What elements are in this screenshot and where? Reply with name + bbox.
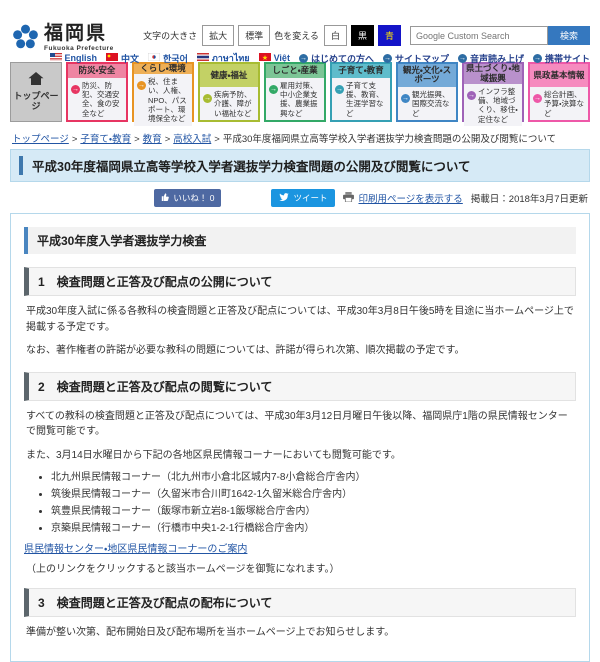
arrow-circle-icon: → xyxy=(401,94,410,103)
social-row: いいね！ 0 ツイート 印刷用ページを表示する 掲載日：2018年3月7日更新 xyxy=(12,189,588,207)
search-input[interactable] xyxy=(410,26,548,45)
font-enlarge-button[interactable]: 拡大 xyxy=(202,25,234,46)
location-list-item: 京築県民情報コーナー（行橋市中央1-2-1行橋総合庁舎内） xyxy=(51,519,576,534)
information-corner-list: 北九州県民情報コーナー（北九州市小倉北区城内7-8小倉総合庁舎内） 筑後県民情報… xyxy=(51,468,576,534)
nav-tile-work-industry[interactable]: しごと・産業 → 雇用対策、中小企業支援、農業振興など xyxy=(264,62,326,122)
text-to-speech-link[interactable]: → 音声読み上げ xyxy=(458,52,524,65)
page-title: 平成30年度福岡県立高等学校入学者選抜学力検査問題の公開及び閲覧について xyxy=(19,156,581,175)
site-header: 福岡県 Fukuoka Prefecture 文字の大きさ 拡大 標準 色を変え… xyxy=(0,0,600,60)
breadcrumb-education-link[interactable]: 教育 xyxy=(143,134,162,145)
color-white-button[interactable]: 白 xyxy=(324,25,347,46)
section-3-paragraph: 準備が整い次第、配布開始日及び配布場所を当ホームページ上でお知らせします。 xyxy=(26,625,574,641)
font-size-label: 文字の大きさ xyxy=(143,29,197,42)
color-black-button[interactable]: 黒 xyxy=(351,25,374,46)
nav-tile-home[interactable]: トップページ xyxy=(10,62,62,122)
section-2-heading: 2検査問題と正答及び配点の閲覧について xyxy=(24,372,576,401)
arrow-circle-icon: → xyxy=(299,54,308,63)
section-1-paragraph: なお、著作権者の許諾が必要な教科の問題については、許諾が得られ次第、順次掲載の予… xyxy=(26,343,574,359)
location-list-item: 筑豊県民情報コーナー（飯塚市新立岩8-1飯塚総合庁舎内） xyxy=(51,502,576,517)
nav-tile-health-welfare[interactable]: 健康・福祉 → 疾病予防、介護、障がい福祉など xyxy=(198,62,260,122)
arrow-circle-icon: → xyxy=(203,94,212,103)
section-1-paragraph: 平成30年度入試に係る各教科の検査問題と正答及び配点については、平成30年3月8… xyxy=(26,304,574,335)
sitemap-link[interactable]: → サイトマップ xyxy=(383,52,449,65)
page-title-bar: 平成30年度福岡県立高等学校入学者選抜学力検査問題の公開及び閲覧について xyxy=(10,149,590,182)
breadcrumb: トップページ>子育て・教育>教育>高校入試>平成30年度福岡県立高等学校入学者選… xyxy=(0,126,600,149)
content-main-heading: 平成30年度入学者選抜学力検査 xyxy=(24,227,576,254)
nav-tile-childcare-education[interactable]: 子育て・教育 → 子育て支援、教育、生涯学習など xyxy=(330,62,392,122)
arrow-circle-icon: → xyxy=(335,85,344,94)
breadcrumb-home-link[interactable]: トップページ xyxy=(12,134,69,145)
nav-tile-living-environment[interactable]: くらし・環境 → 税、住まい、人権、NPO、パスポート、環境保全など xyxy=(132,62,194,122)
facebook-like-button[interactable]: いいね！ 0 xyxy=(154,189,221,207)
information-center-guide-link[interactable]: 県民情報センター・地区県民情報コーナーのご案内 xyxy=(24,540,247,555)
search-button[interactable]: 検索 xyxy=(548,26,590,45)
arrow-circle-icon: → xyxy=(533,54,542,63)
arrow-circle-icon: → xyxy=(71,85,80,94)
plum-blossom-icon xyxy=(12,24,39,56)
mobile-site-link[interactable]: → 携帯サイト xyxy=(533,52,590,65)
nav-tile-disaster-safety[interactable]: 防災・安全 → 防災、防犯、交通安全、食の安全など xyxy=(66,62,128,122)
color-change-label: 色を変える xyxy=(274,29,319,42)
color-blue-button[interactable]: 青 xyxy=(378,25,401,46)
nav-tile-prefectural-info[interactable]: 県政基本情報 → 総合計画、予算・決算など xyxy=(528,62,590,122)
link-note: （上のリンクをクリックすると該当ホームページを御覧になれます。） xyxy=(26,560,574,575)
location-list-item: 北九州県民情報コーナー（北九州市小倉北区城内7-8小倉総合庁舎内） xyxy=(51,468,576,483)
breadcrumb-current: 平成30年度福岡県立高等学校入学者選抜学力検査問題の公開及び閲覧について xyxy=(223,134,556,145)
arrow-circle-icon: → xyxy=(269,85,278,94)
flag-cn-icon xyxy=(106,53,118,63)
main-content: 平成30年度入学者選抜学力検査 1検査問題と正答及び配点の公開について 平成30… xyxy=(10,213,590,662)
first-time-link[interactable]: → はじめての方へ xyxy=(299,52,374,65)
lang-english-link[interactable]: English xyxy=(50,53,98,63)
arrow-circle-icon: → xyxy=(458,54,467,63)
arrow-circle-icon: → xyxy=(467,91,476,100)
arrow-circle-icon: → xyxy=(533,94,542,103)
section-3-heading: 3検査問題と正答及び配点の配布について xyxy=(24,588,576,617)
location-list-item: 筑後県民情報コーナー（久留米市合川町1642-1久留米総合庁舎内） xyxy=(51,485,576,500)
lang-vietnamese-link[interactable]: Việt xyxy=(259,53,290,63)
lang-chinese-link[interactable]: 中文 xyxy=(106,52,139,65)
flag-vn-icon xyxy=(259,53,271,63)
twitter-bird-icon xyxy=(279,193,289,203)
breadcrumb-highschool-exam-link[interactable]: 高校入試 xyxy=(173,134,211,145)
category-nav: トップページ 防災・安全 → 防災、防犯、交通安全、食の安全など くらし・環境 … xyxy=(0,60,600,126)
arrow-circle-icon: → xyxy=(137,81,146,90)
thumbs-up-icon xyxy=(161,193,169,203)
flag-kr-icon xyxy=(148,53,160,63)
tweet-button[interactable]: ツイート xyxy=(271,189,335,207)
lang-korean-link[interactable]: 한국어 xyxy=(148,52,188,65)
arrow-circle-icon: → xyxy=(383,54,392,63)
print-page-link[interactable]: 印刷用ページを表示する xyxy=(343,191,462,205)
home-icon xyxy=(28,72,44,87)
section-2-paragraph: また、3月14日水曜日から下記の各地区県民情報コーナーにおいても閲覧可能です。 xyxy=(26,448,574,464)
font-standard-button[interactable]: 標準 xyxy=(238,25,270,46)
nav-tile-tourism-culture-sports[interactable]: 観光・文化・スポーツ → 観光振興、国際交流など xyxy=(396,62,458,122)
published-date: 掲載日：2018年3月7日更新 xyxy=(471,191,588,205)
flag-us-icon xyxy=(50,53,62,63)
lang-thai-link[interactable]: ภาษาไทย xyxy=(197,51,250,65)
nav-tile-regional-development[interactable]: 県土づくり・地域振興 → インフラ整備、地域づくり、移住・定住など xyxy=(462,62,524,122)
section-2-paragraph: すべての教科の検査問題と正答及び配点については、平成30年3月12日月曜日午後以… xyxy=(26,409,574,440)
printer-icon xyxy=(343,192,354,205)
breadcrumb-childcare-link[interactable]: 子育て・教育 xyxy=(80,134,131,145)
section-1-heading: 1検査問題と正答及び配点の公開について xyxy=(24,267,576,296)
flag-th-icon xyxy=(197,53,209,63)
